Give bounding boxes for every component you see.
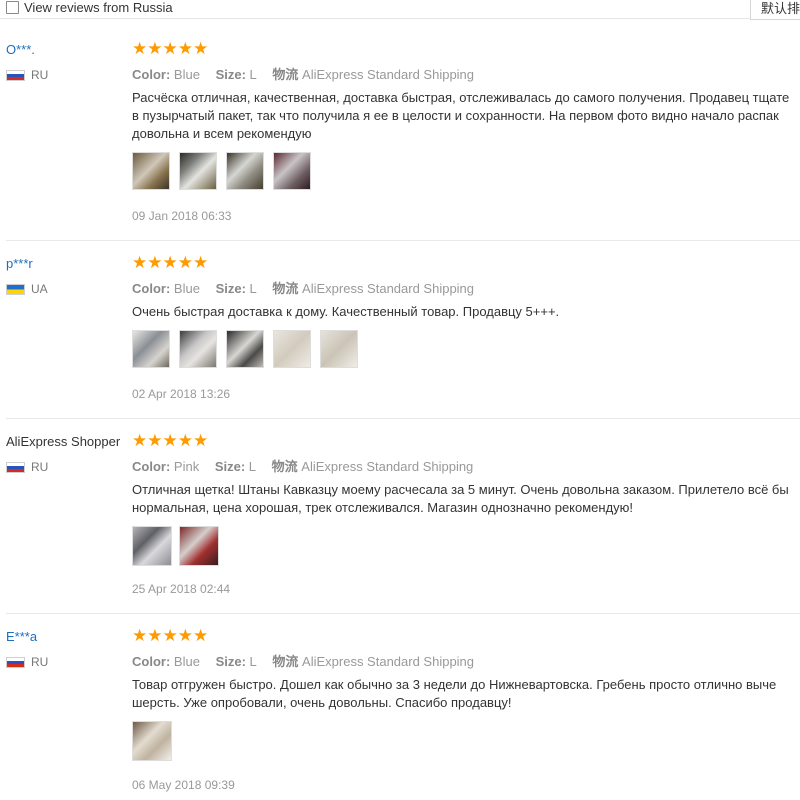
review-date: 25 Apr 2018 02:44 [132, 582, 231, 596]
color-value: Pink [173, 459, 200, 474]
review-text-line: Отличная щетка! Штаны Кавказцу моему рас… [132, 482, 789, 497]
order-attributes: Color: Blue Size: L 物流 AliExpress Standa… [132, 651, 474, 670]
shipping-value: AliExpress Standard Shipping [302, 281, 475, 296]
size-value: L [249, 654, 257, 669]
review-date: 02 Apr 2018 13:26 [132, 387, 231, 401]
review-divider [6, 613, 800, 614]
size-value: L [249, 281, 257, 296]
shipping-value: AliExpress Standard Shipping [302, 654, 475, 669]
shipping-label: 物流 [272, 281, 299, 296]
rating-stars: ★★★★★ [132, 39, 209, 58]
size-label: Size: [215, 67, 246, 82]
order-attributes: Color: Blue Size: L 物流 AliExpress Standa… [132, 64, 474, 83]
country-code: UA [31, 282, 48, 296]
review-text-line: Товар отгружен быстро. Дошел как обычно … [132, 677, 777, 692]
russia-flag-icon [6, 462, 25, 473]
size-label: Size: [215, 281, 246, 296]
review-photo[interactable] [179, 152, 217, 190]
review-text: Расчёска отличная, качественная, доставк… [132, 89, 800, 143]
size-label: Size: [215, 654, 246, 669]
review-divider [6, 240, 800, 241]
review-photo[interactable] [132, 152, 170, 190]
review-photo[interactable] [132, 526, 172, 566]
rating-stars: ★★★★★ [132, 626, 209, 645]
review-text-line: шерсть. Уже опробовали, очень довольны. … [132, 695, 512, 710]
review-date: 09 Jan 2018 06:33 [132, 209, 232, 223]
review-text-line: Расчёска отличная, качественная, доставк… [132, 90, 790, 105]
review-photo[interactable] [273, 330, 311, 368]
rating-stars: ★★★★★ [132, 431, 209, 450]
size-value: L [249, 67, 257, 82]
filter-bar: View reviews from Russia 默认排 [0, 0, 800, 20]
ukraine-flag-icon [6, 284, 25, 295]
review-photo[interactable] [320, 330, 358, 368]
review-photo[interactable] [273, 152, 311, 190]
review-photo[interactable] [132, 721, 172, 761]
color-value: Blue [173, 654, 200, 669]
review-photo[interactable] [226, 330, 264, 368]
russia-flag-icon [6, 657, 25, 668]
shipping-value: AliExpress Standard Shipping [301, 459, 474, 474]
shipping-label: 物流 [272, 654, 299, 669]
russia-filter-checkbox[interactable] [6, 1, 19, 14]
reviewer-name[interactable]: E***a [6, 629, 37, 644]
order-attributes: Color: Pink Size: L 物流 AliExpress Standa… [132, 456, 473, 475]
color-value: Blue [173, 67, 200, 82]
color-value: Blue [173, 281, 200, 296]
review-divider [6, 418, 800, 419]
review-date: 06 May 2018 09:39 [132, 778, 235, 792]
review-photo[interactable] [226, 152, 264, 190]
size-label: Size: [214, 459, 246, 474]
review-text: Очень быстрая доставка к дому. Качествен… [132, 303, 800, 321]
shipping-label: 物流 [272, 67, 299, 82]
shipping-label: 物流 [271, 459, 298, 474]
color-label: Color: [132, 654, 171, 669]
review-photo[interactable] [179, 526, 219, 566]
review-text-line: в пузырчатый пакет, так что получила я е… [132, 108, 779, 123]
review-photo[interactable] [132, 330, 170, 368]
russia-filter-label[interactable]: View reviews from Russia [24, 0, 173, 15]
sort-dropdown[interactable]: 默认排 [750, 0, 800, 20]
review-text-line: Очень быстрая доставка к дому. Качествен… [132, 304, 560, 319]
order-attributes: Color: Blue Size: L 物流 AliExpress Standa… [132, 278, 474, 297]
reviewer-name[interactable]: p***r [6, 256, 33, 271]
review-text: Товар отгружен быстро. Дошел как обычно … [132, 676, 800, 712]
color-label: Color: [132, 67, 171, 82]
review-text-line: довольна и всем рекомендую [132, 126, 312, 141]
country-code: RU [31, 460, 49, 474]
size-value: L [248, 459, 257, 474]
reviewer-name[interactable]: O***. [6, 42, 35, 57]
country-code: RU [31, 68, 49, 82]
review-text-line: нормальная, цена хорошая, трек отслежива… [132, 500, 634, 515]
color-label: Color: [132, 281, 171, 296]
shipping-value: AliExpress Standard Shipping [302, 67, 475, 82]
russia-flag-icon [6, 70, 25, 81]
color-label: Color: [132, 459, 171, 474]
reviewer-name[interactable]: AliExpress Shopper [6, 434, 120, 449]
rating-stars: ★★★★★ [132, 253, 209, 272]
country-code: RU [31, 655, 49, 669]
review-photo[interactable] [179, 330, 217, 368]
review-text: Отличная щетка! Штаны Кавказцу моему рас… [132, 481, 800, 517]
